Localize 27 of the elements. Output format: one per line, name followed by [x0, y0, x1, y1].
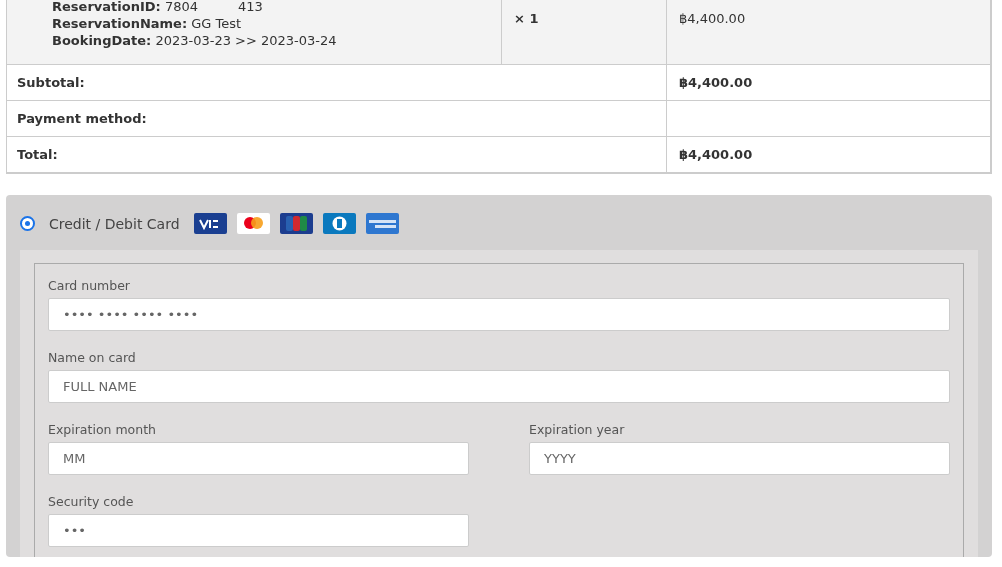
quantity-text: × 1	[514, 11, 540, 26]
field-label: Expiration year	[529, 422, 626, 437]
reservation-detail: BookingDate: 2023-03-23 >> 2023-03-24	[52, 33, 338, 48]
reservation-detail: ReservationID: 7804 413	[52, 0, 264, 14]
total-label: Subtotal:	[17, 75, 86, 90]
field-label: Card number	[48, 278, 131, 293]
total-label: Total:	[17, 147, 59, 162]
input-field[interactable]: FULL NAME	[48, 370, 950, 403]
total-value: ฿4,400.00	[679, 75, 754, 90]
card-logo-icon	[365, 213, 399, 234]
radio-button[interactable]	[20, 216, 35, 231]
total-value: ฿4,400.00	[679, 147, 754, 162]
reservation-detail: ReservationName: GG Test	[52, 16, 243, 31]
card-logo-icon	[279, 213, 313, 234]
total-label: Payment method:	[17, 111, 148, 126]
input-field[interactable]: MM	[48, 442, 469, 475]
card-logo-icon	[193, 213, 227, 234]
field-label: Security code	[48, 494, 135, 509]
card-logo-icon	[322, 213, 356, 234]
payment-option-label[interactable]: Credit / Debit Card	[49, 215, 180, 232]
item-price: ฿4,400.00	[679, 11, 747, 26]
field-label: Expiration month	[48, 422, 157, 437]
field-label: Name on card	[48, 350, 137, 365]
input-field[interactable]: •••	[48, 514, 469, 547]
card-logo-icon	[236, 213, 270, 234]
input-field[interactable]: •••• •••• •••• ••••	[48, 298, 950, 331]
input-field[interactable]: YYYY	[529, 442, 950, 475]
